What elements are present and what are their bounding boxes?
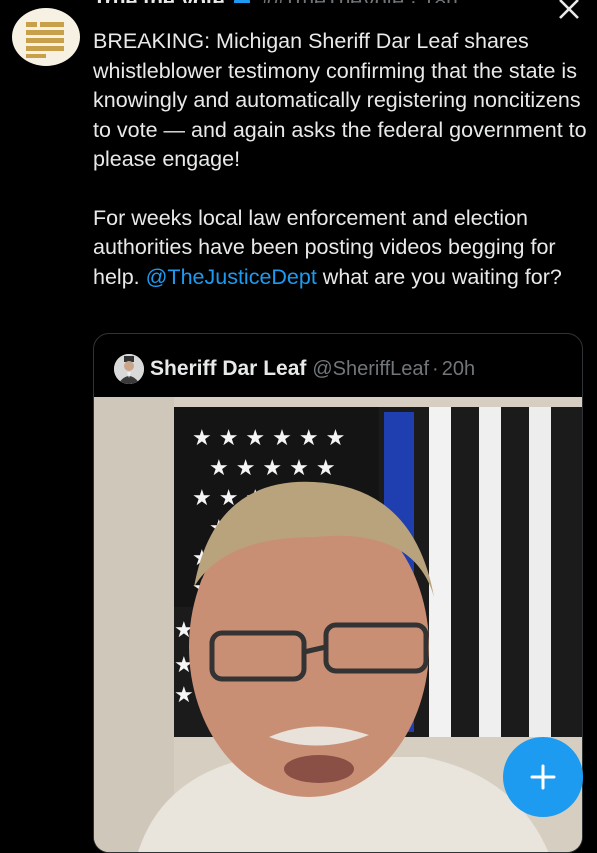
- author-avatar[interactable]: [12, 8, 80, 66]
- mention-link[interactable]: @TheJusticeDept: [146, 265, 317, 289]
- tweet-body: BREAKING: Michigan Sheriff Dar Leaf shar…: [93, 27, 589, 321]
- sheriff-portrait-icon: [114, 354, 144, 384]
- quoted-author-handle[interactable]: @SheriffLeaf: [312, 358, 429, 381]
- tweet-paragraph-2: For weeks local law enforcement and elec…: [93, 204, 589, 293]
- plus-icon: [530, 764, 556, 790]
- author-name[interactable]: True the Vote: [93, 0, 224, 3]
- compose-button[interactable]: [503, 737, 583, 817]
- close-icon[interactable]: [557, 0, 581, 20]
- tweet-header: True the Vote @TrueTheVote · 18h: [93, 0, 543, 3]
- quoted-author-avatar[interactable]: [114, 354, 144, 384]
- verified-badge-icon: [234, 0, 251, 3]
- tweet-paragraph-1: BREAKING: Michigan Sheriff Dar Leaf shar…: [93, 29, 587, 171]
- quoted-tweet-header: Sheriff Dar Leaf @SheriffLeaf · 20h: [114, 354, 475, 384]
- svg-text:★: ★: [174, 683, 194, 708]
- quoted-timestamp[interactable]: 20h: [442, 358, 475, 381]
- svg-text:★ ★ ★ ★ ★ ★: ★ ★ ★ ★ ★ ★: [192, 426, 345, 451]
- quoted-separator: ·: [432, 357, 439, 380]
- author-handle[interactable]: @TrueTheVote · 18h: [262, 0, 458, 3]
- tweet-paragraph-2-after: what are you waiting for?: [316, 264, 562, 289]
- svg-text:★ ★ ★ ★ ★: ★ ★ ★ ★ ★: [209, 456, 336, 481]
- true-the-vote-logo-icon: [26, 22, 64, 58]
- quoted-author-name[interactable]: Sheriff Dar Leaf: [150, 357, 306, 381]
